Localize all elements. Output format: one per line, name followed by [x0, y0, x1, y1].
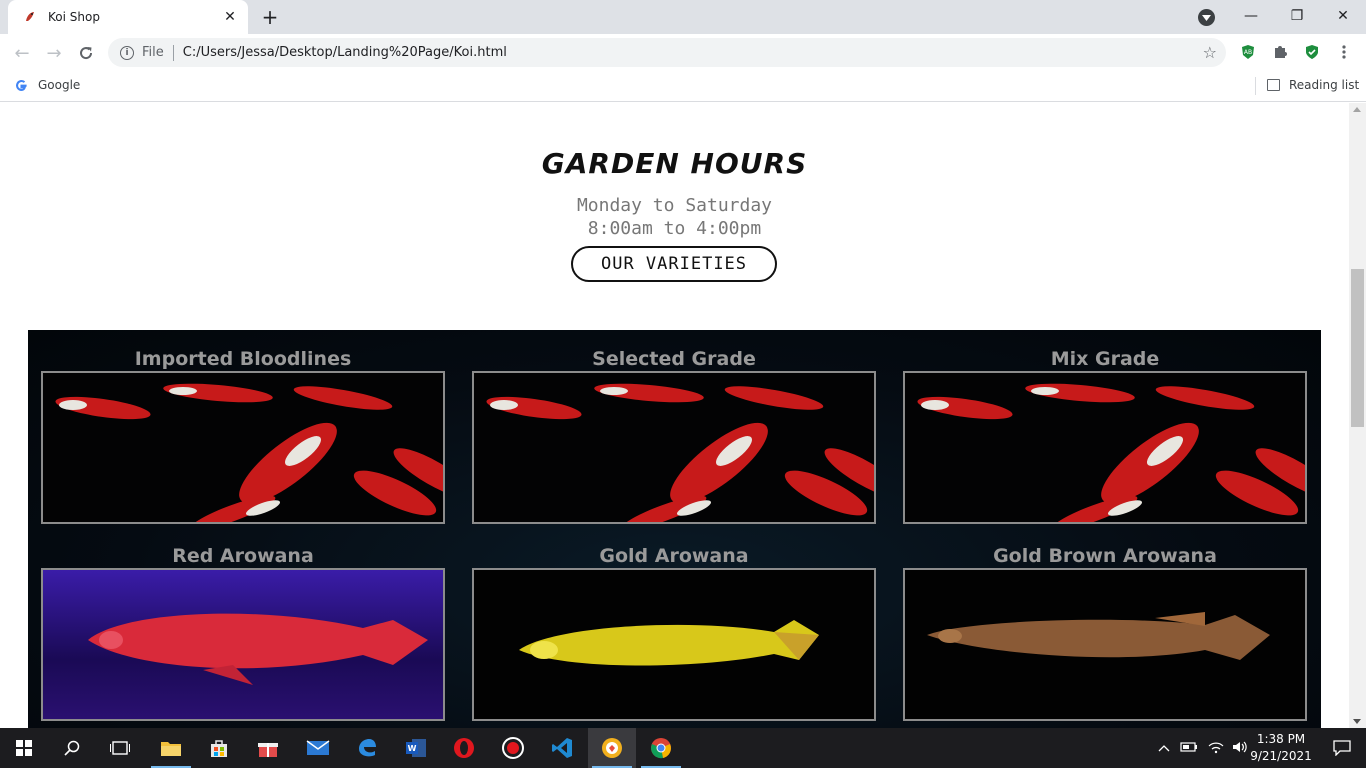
red-arowana-image[interactable]	[41, 568, 445, 721]
restore-button[interactable]: ❐	[1274, 0, 1320, 32]
bookmark-star-icon[interactable]: ☆	[1203, 43, 1217, 62]
svg-text:W: W	[408, 744, 417, 753]
variety-card[interactable]: Mix Grade	[903, 347, 1307, 524]
scroll-thumb[interactable]	[1351, 269, 1364, 427]
garden-hours-heading: GARDEN HOURS	[541, 147, 808, 180]
tab-search-icon[interactable]	[1198, 9, 1215, 26]
variety-card[interactable]: Imported Bloodlines	[41, 347, 445, 524]
address-bar[interactable]: i File C:/Users/Jessa/Desktop/Landing%20…	[108, 38, 1226, 67]
page-viewport: GARDEN HOURS Monday to Saturday 8:00am t…	[0, 103, 1349, 728]
brave-icon[interactable]	[588, 728, 636, 768]
koi-fish-image[interactable]	[472, 371, 876, 524]
variety-card[interactable]: Selected Grade	[472, 347, 876, 524]
forward-arrow-icon[interactable]: →	[42, 41, 66, 65]
tray-chevron-up-icon[interactable]	[1158, 741, 1170, 755]
koi-fish-image[interactable]	[41, 371, 445, 524]
reading-list-label: Reading list	[1289, 78, 1360, 92]
variety-title: Gold Arowana	[599, 545, 749, 567]
vscode-icon[interactable]	[538, 728, 586, 768]
browser-tab[interactable]: Koi Shop ✕	[8, 0, 248, 34]
our-varieties-button[interactable]: OUR VARIETIES	[571, 246, 777, 282]
variety-title: Selected Grade	[592, 348, 756, 370]
back-arrow-icon[interactable]: ←	[10, 41, 34, 65]
mail-icon[interactable]	[294, 728, 342, 768]
task-view-icon[interactable]	[96, 728, 144, 768]
extensions-puzzle-icon[interactable]	[1271, 43, 1289, 61]
edge-icon[interactable]	[343, 728, 391, 768]
varieties-gallery: Imported Bloodlines Selected Grade Mix G…	[28, 330, 1321, 728]
opera-icon[interactable]	[440, 728, 488, 768]
variety-card[interactable]: Gold Brown Arowana	[903, 544, 1307, 721]
minimize-button[interactable]: —	[1228, 0, 1274, 32]
info-icon[interactable]: i	[120, 45, 134, 60]
battery-icon[interactable]	[1180, 741, 1198, 756]
omnibox-separator	[172, 44, 174, 61]
volume-icon[interactable]	[1232, 740, 1250, 757]
windows-taskbar: W 1:38 PM 9/21/2021	[0, 728, 1366, 768]
google-logo-icon	[14, 78, 28, 92]
bookmark-google-label: Google	[38, 78, 81, 92]
tab-title: Koi Shop	[48, 10, 100, 24]
browser-toolbar: ← → i File C:/Users/Jessa/Desktop/Landin…	[0, 34, 1366, 72]
variety-title: Imported Bloodlines	[134, 348, 352, 370]
reload-icon[interactable]	[74, 41, 98, 65]
gold-brown-arowana-image[interactable]	[903, 568, 1307, 721]
menu-kebab-icon[interactable]	[1335, 43, 1353, 61]
tab-close-icon[interactable]: ✕	[222, 9, 238, 25]
variety-title: Red Arowana	[172, 545, 314, 567]
clock-date: 9/21/2021	[1250, 749, 1312, 763]
new-tab-button[interactable]: +	[258, 5, 282, 29]
svg-text:AB: AB	[1244, 49, 1252, 56]
system-tray	[1158, 728, 1250, 768]
variety-card[interactable]: Red Arowana	[41, 544, 445, 721]
variety-card[interactable]: Gold Arowana	[472, 544, 876, 721]
bookmarks-bar: Google Reading list	[0, 72, 1366, 102]
file-explorer-icon[interactable]	[147, 728, 195, 768]
start-icon[interactable]	[0, 728, 48, 768]
search-icon[interactable]	[48, 728, 96, 768]
variety-title: Mix Grade	[1050, 348, 1160, 370]
reading-list-icon	[1267, 79, 1280, 91]
scroll-up-arrow-icon[interactable]	[1353, 107, 1361, 112]
bookmarks-divider	[1255, 77, 1256, 95]
store-icon[interactable]	[195, 728, 243, 768]
page-scrollbar[interactable]	[1349, 103, 1366, 728]
shield-check-icon[interactable]	[1303, 43, 1321, 61]
hours-days: Monday to Saturday	[576, 195, 773, 216]
koi-fish-image[interactable]	[903, 371, 1307, 524]
hours-time: 8:00am to 4:00pm	[587, 218, 762, 239]
koi-favicon-icon	[22, 9, 38, 25]
word-icon[interactable]: W	[392, 728, 440, 768]
clock-time: 1:38 PM	[1256, 732, 1306, 746]
gift-icon[interactable]	[244, 728, 292, 768]
reading-list-button[interactable]: Reading list	[1267, 78, 1359, 92]
notifications-icon[interactable]	[1318, 728, 1366, 768]
variety-title: Gold Brown Arowana	[993, 545, 1217, 567]
tab-strip: Koi Shop ✕ + — ❐ ✕	[0, 0, 1366, 34]
record-icon[interactable]	[489, 728, 537, 768]
bookmark-google[interactable]: Google	[14, 78, 80, 92]
wifi-icon[interactable]	[1208, 740, 1224, 757]
adblock-extension-icon[interactable]: AB	[1239, 43, 1257, 61]
chrome-icon[interactable]	[637, 728, 685, 768]
close-window-button[interactable]: ✕	[1320, 0, 1366, 32]
scheme-label: File	[142, 45, 164, 60]
gold-arowana-image[interactable]	[472, 568, 876, 721]
scroll-down-arrow-icon[interactable]	[1353, 719, 1361, 724]
taskbar-clock[interactable]: 1:38 PM 9/21/2021	[1250, 731, 1312, 765]
url-text[interactable]: C:/Users/Jessa/Desktop/Landing%20Page/Ko…	[183, 45, 1203, 60]
